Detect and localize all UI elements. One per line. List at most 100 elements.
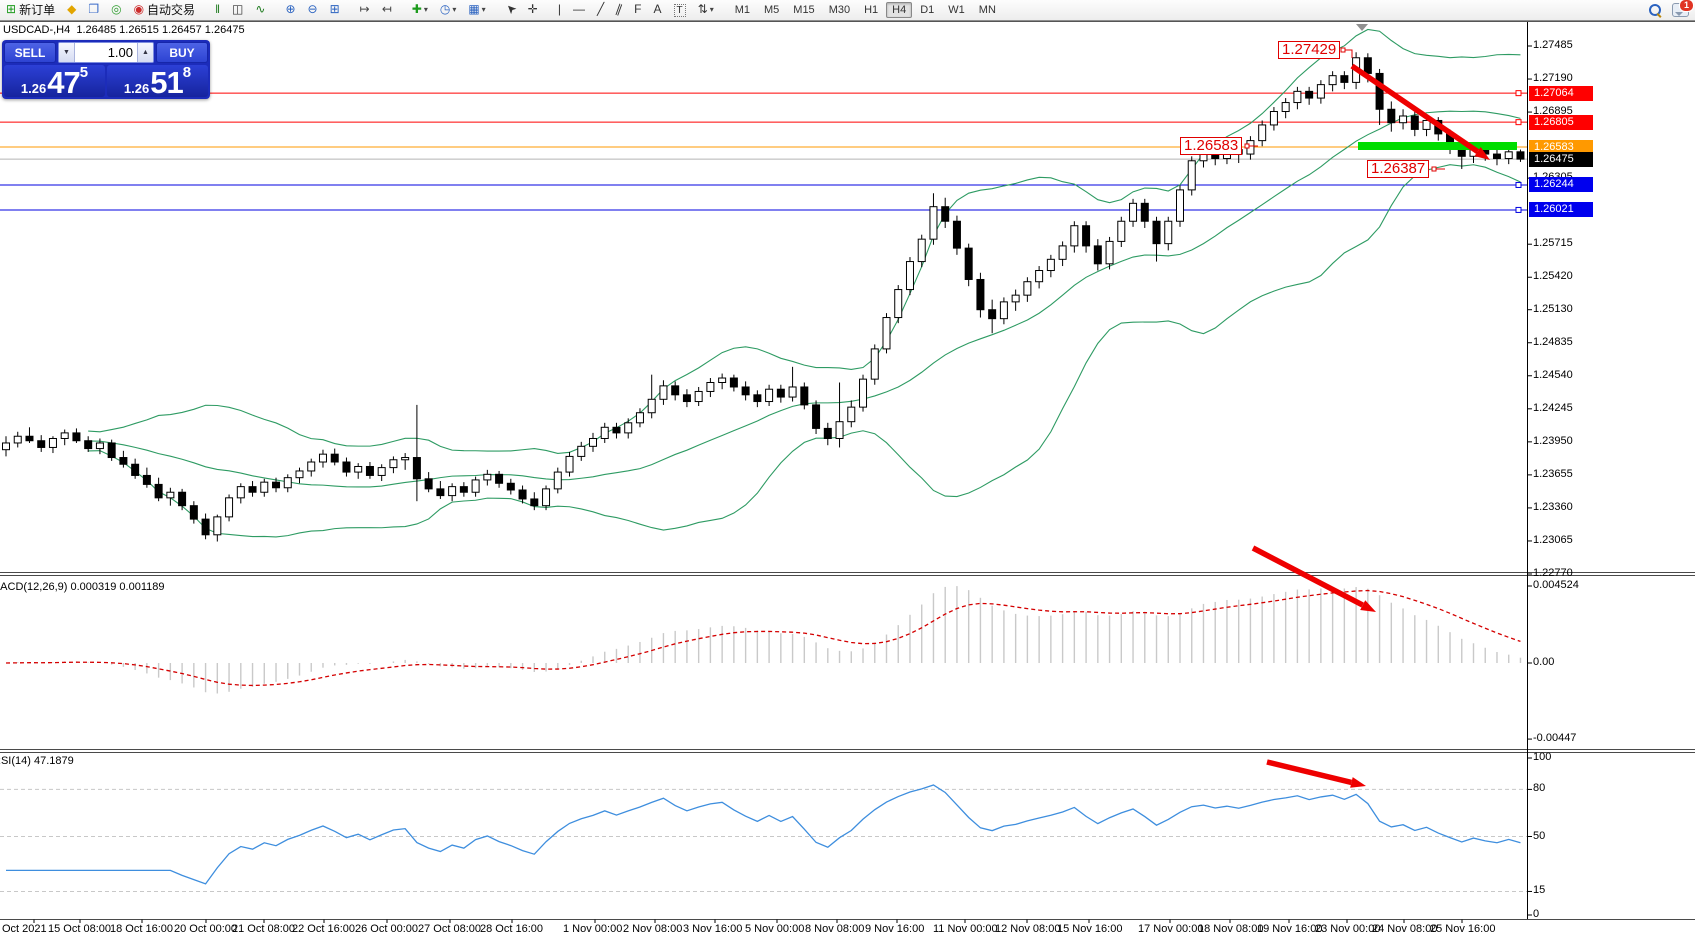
time-tick-label: 12 Nov 08:00 <box>995 923 1060 935</box>
crosshair-icon[interactable]: ✛ <box>523 0 543 19</box>
text-label-tool-icon[interactable]: T <box>669 1 691 21</box>
price-tick-label: 1.25715 <box>1533 237 1573 249</box>
templates-dropdown-caret[interactable]: ▾ <box>482 5 486 14</box>
time-tick-label: 2 Nov 08:00 <box>623 923 682 935</box>
signal-icon[interactable]: ◎ <box>106 0 126 19</box>
trendline-tool-icon[interactable]: ╱ <box>592 0 609 19</box>
templates-icon: ▦ <box>468 3 479 15</box>
price-tick-label: 1.24835 <box>1533 336 1573 348</box>
vertical-line-tool-icon[interactable]: | <box>553 0 566 19</box>
indicators-dropdown-caret[interactable]: ▾ <box>424 5 428 14</box>
text-label-tool-icon: T <box>674 4 686 17</box>
price-annotation-flag[interactable]: 1.26583 <box>1180 137 1242 155</box>
rsi-tick-label: 100 <box>1533 751 1551 763</box>
zoom-in-icon: ⊕ <box>285 3 295 15</box>
arrows-tool-dropdown-caret[interactable]: ▾ <box>710 5 714 14</box>
buy-price[interactable]: 1.26518 <box>107 65 208 97</box>
level-price-badge: 1.26021 <box>1529 202 1593 217</box>
timeframe-d1-button[interactable]: D1 <box>914 2 940 18</box>
periods-dropdown-caret[interactable]: ▾ <box>452 5 456 14</box>
chart-window-icon[interactable]: ❐ <box>83 0 104 19</box>
channel-tool-icon[interactable]: ∥ <box>611 0 627 19</box>
macd-tick-label: -0.00447 <box>1533 732 1576 744</box>
tile-windows-icon[interactable]: ⊞ <box>325 0 345 19</box>
timeframe-w1-button[interactable]: W1 <box>942 2 971 18</box>
new-order-label: 新订单 <box>19 1 55 18</box>
rsi-tick-label: 80 <box>1533 782 1545 794</box>
text-tool-icon: A <box>654 3 662 15</box>
candlestick-chart-type-icon: ◫ <box>232 3 243 15</box>
timeframe-m15-button[interactable]: M15 <box>787 2 820 18</box>
buy-button[interactable]: BUY <box>156 42 208 63</box>
timeframe-h4-button[interactable]: H4 <box>886 2 912 18</box>
history-icon: ◆ <box>67 3 76 15</box>
cursor-icon[interactable]: ➤ <box>501 0 521 19</box>
sell-button[interactable]: SELL <box>4 42 56 63</box>
timeframe-h1-button[interactable]: H1 <box>858 2 884 18</box>
horizontal-line-tool-icon: — <box>573 3 585 15</box>
auto-trading-button[interactable]: ◉自动交易 <box>129 0 201 19</box>
macd-indicator-label: MACD(12,26,9) 0.000319 0.001189 <box>0 581 164 593</box>
time-tick-label: 11 Nov 00:00 <box>933 923 998 935</box>
price-tick-label: 1.25130 <box>1533 303 1573 315</box>
rsi-tick-label: 15 <box>1533 884 1545 896</box>
macd-tick-label: 0.00 <box>1533 656 1554 668</box>
timeframe-m30-button[interactable]: M30 <box>823 2 856 18</box>
time-tick-label: 25 Nov 16:00 <box>1430 923 1495 935</box>
level-price-badge: 1.27064 <box>1529 86 1593 101</box>
sell-price[interactable]: 1.26475 <box>4 65 105 97</box>
volume-decrease-button[interactable]: ▼ <box>59 43 75 62</box>
cursor-icon: ➤ <box>503 1 519 17</box>
trendline-tool-icon: ╱ <box>597 3 604 15</box>
search-icon[interactable] <box>1648 3 1662 17</box>
time-tick-label: 27 Oct 08:00 <box>418 923 481 935</box>
time-tick-label: 8 Nov 08:00 <box>805 923 864 935</box>
text-tool-icon[interactable]: A <box>649 0 667 19</box>
zoom-in-icon[interactable]: ⊕ <box>280 0 300 19</box>
time-tick-label: 28 Oct 16:00 <box>480 923 543 935</box>
toolbar: ⊞新订单◆❐◎◉自动交易‖◫∿⊕⊖⊞↦↤✚▾◷▾▦▾➤✛|—╱∥FAT⇅▾ M1… <box>0 0 1695 21</box>
price-annotation-flag[interactable]: 1.27429 <box>1278 41 1340 59</box>
timeframe-m5-button[interactable]: M5 <box>758 2 785 18</box>
time-tick-label: 15 Oct 08:00 <box>48 923 111 935</box>
time-tick-label: 19 Nov 16:00 <box>1257 923 1322 935</box>
price-tick-label: 1.23655 <box>1533 468 1573 480</box>
auto-scroll-icon[interactable]: ↦ <box>355 0 375 19</box>
channel-tool-icon: ∥ <box>614 3 624 16</box>
chart-window-icon: ❐ <box>88 3 99 15</box>
fibonacci-tool-icon[interactable]: F <box>629 0 646 19</box>
price-tick-label: 1.25420 <box>1533 270 1573 282</box>
chart-shift-icon[interactable]: ↤ <box>377 0 397 19</box>
price-annotation-flag[interactable]: 1.26387 <box>1367 160 1429 178</box>
current-price-badge: 1.26475 <box>1529 152 1593 167</box>
new-order-icon: ⊞ <box>6 3 16 15</box>
new-order-button[interactable]: ⊞新订单 <box>1 0 60 19</box>
candlestick-chart-type-icon[interactable]: ◫ <box>227 0 248 19</box>
templates-icon[interactable]: ▦▾ <box>463 0 490 19</box>
level-price-badge: 1.26805 <box>1529 115 1593 130</box>
line-chart-type-icon[interactable]: ∿ <box>250 0 270 19</box>
volume-increase-button[interactable]: ▲ <box>137 43 153 62</box>
time-tick-label: 26 Oct 00:00 <box>355 923 418 935</box>
price-tick-label: 1.22770 <box>1533 567 1573 579</box>
arrows-tool-icon[interactable]: ⇅▾ <box>693 0 719 19</box>
price-tick-label: 1.23360 <box>1533 501 1573 513</box>
bar-chart-type-icon[interactable]: ‖ <box>210 0 225 19</box>
notifications-icon[interactable]: 1 <box>1672 3 1689 17</box>
price-tick-label: 1.27190 <box>1533 72 1573 84</box>
zoom-out-icon[interactable]: ⊖ <box>303 0 323 19</box>
indicators-icon[interactable]: ✚▾ <box>407 0 433 19</box>
vertical-line-tool-icon: | <box>558 3 561 15</box>
auto-scroll-icon: ↦ <box>360 3 370 15</box>
time-tick-label: 18 Oct 16:00 <box>110 923 173 935</box>
crosshair-icon: ✛ <box>528 3 538 15</box>
timeframe-m1-button[interactable]: M1 <box>729 2 756 18</box>
macd-tick-label: 0.004524 <box>1533 579 1579 591</box>
timeframe-mn-button[interactable]: MN <box>973 2 1002 18</box>
history-icon[interactable]: ◆ <box>62 0 81 19</box>
chart-canvas[interactable] <box>0 0 1695 938</box>
horizontal-line-tool-icon[interactable]: — <box>568 0 590 19</box>
periods-icon[interactable]: ◷▾ <box>435 0 462 19</box>
indicators-icon: ✚ <box>412 3 422 15</box>
volume-input[interactable] <box>75 43 137 62</box>
